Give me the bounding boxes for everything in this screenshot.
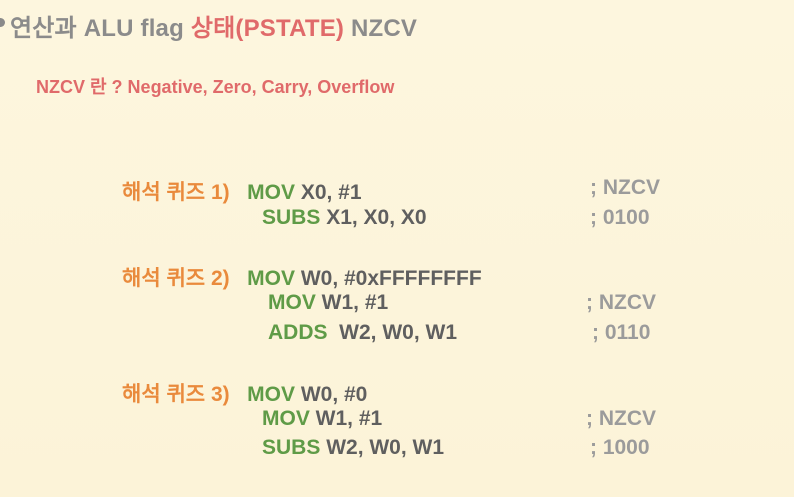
quiz-1-label: 해석 퀴즈 1) — [122, 181, 230, 204]
quiz-2-comment-2: ; 0110 — [592, 321, 651, 344]
quiz-2-line-3: ADDS W2, W0, W1 — [268, 321, 457, 345]
quiz-3-operands-3: W2, W0, W1 — [320, 436, 445, 459]
title-prefix: 연산과 ALU flag — [10, 15, 191, 42]
quiz-1-comment-1: ; NZCV — [590, 176, 660, 199]
quiz-2-line-2: MOV W1, #1 — [268, 291, 388, 315]
slide: 연산과 ALU flag 상태(PSTATE) NZCV NZCV 란 ? Ne… — [0, 0, 794, 497]
title-highlight: 상태(PSTATE) — [190, 15, 345, 42]
quiz-2-operands-1: W0, #0xFFFFFFFF — [294, 267, 482, 290]
quiz-3-operands-1: W0, #0 — [294, 383, 368, 406]
quiz-1-line-2: SUBS X1, X0, X0 — [262, 206, 427, 230]
quiz-3-opcode-1: MOV — [247, 383, 295, 406]
quiz-3-line-2: MOV W1, #1 — [262, 407, 382, 431]
quiz-3-comment-1: ; NZCV — [586, 407, 656, 430]
bullet-icon — [0, 18, 5, 27]
slide-title: 연산과 ALU flag 상태(PSTATE) NZCV — [10, 8, 417, 43]
title-suffix: NZCV — [344, 15, 418, 42]
quiz-1-line-1: 해석 퀴즈 1) MOV X0, #1 — [122, 176, 362, 206]
quiz-2-operands-2: W1, #1 — [315, 291, 389, 314]
quiz-3-label: 해석 퀴즈 3) — [122, 383, 230, 406]
quiz-2-comment-1: ; NZCV — [586, 291, 656, 314]
quiz-2-opcode-3: ADDS — [268, 321, 328, 344]
quiz-3-operands-2: W1, #1 — [309, 407, 383, 430]
quiz-3-line-1: 해석 퀴즈 3) MOV W0, #0 — [122, 378, 367, 408]
quiz-2-opcode-1: MOV — [247, 267, 295, 290]
quiz-3-opcode-3: SUBS — [262, 436, 321, 459]
quiz-3-opcode-2: MOV — [262, 407, 310, 430]
quiz-1-opcode-1: MOV — [247, 181, 295, 204]
quiz-3-line-3: SUBS W2, W0, W1 — [262, 436, 444, 460]
quiz-1-operands-2: X1, X0, X0 — [320, 206, 427, 229]
quiz-2-line-1: 해석 퀴즈 2) MOV W0, #0xFFFFFFFF — [122, 262, 482, 292]
quiz-2-operands-3: W2, W0, W1 — [327, 321, 458, 344]
quiz-1-comment-2: ; 0100 — [590, 206, 650, 229]
quiz-1-operands-1: X0, #1 — [294, 181, 362, 204]
quiz-1-opcode-2: SUBS — [262, 206, 321, 229]
quiz-2-opcode-2: MOV — [268, 291, 316, 314]
quiz-2-label: 해석 퀴즈 2) — [122, 267, 230, 290]
slide-subtitle: NZCV 란 ? Negative, Zero, Carry, Overflow — [36, 77, 395, 97]
quiz-3-comment-2: ; 1000 — [590, 436, 650, 459]
